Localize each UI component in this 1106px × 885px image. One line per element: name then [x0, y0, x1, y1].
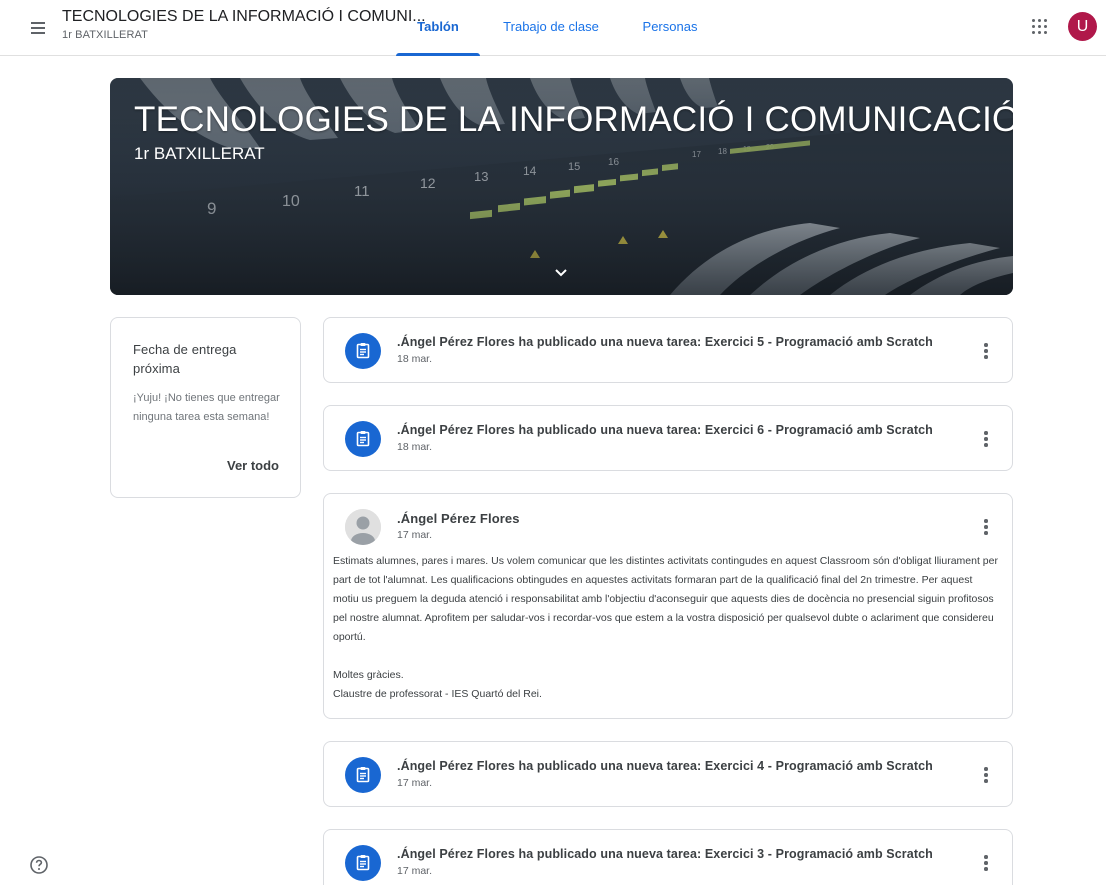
post-title[interactable]: .Ángel Pérez Flores ha publicado una nue… — [397, 423, 933, 437]
post-title[interactable]: .Ángel Pérez Flores ha publicado una nue… — [397, 759, 933, 773]
author-avatar[interactable] — [345, 509, 381, 545]
top-app-bar: TECNOLOGIES DE LA INFORMACIÓ I COMUNI...… — [0, 0, 1106, 56]
post-title[interactable]: .Ángel Pérez Flores ha publicado una nue… — [397, 335, 933, 349]
class-banner: 9 10 11 12 13 14 15 16 17 18 19 20 — [110, 78, 1013, 295]
banner-subtitle: 1r BATXILLERAT — [134, 144, 265, 163]
more-options-icon[interactable] — [982, 853, 990, 873]
tab-personas[interactable]: Personas — [630, 0, 710, 56]
upcoming-title: Fecha de entrega próxima — [133, 342, 237, 376]
post-date: 17 mar. — [397, 865, 433, 877]
more-options-icon[interactable] — [982, 429, 990, 449]
assignment-post[interactable]: .Ángel Pérez Flores ha publicado una nue… — [323, 741, 1013, 807]
assignment-post[interactable]: .Ángel Pérez Flores ha publicado una nue… — [323, 829, 1013, 885]
announcement-body: Estimats alumnes, pares i mares. Us vole… — [333, 555, 998, 700]
post-date: 18 mar. — [397, 441, 433, 453]
apps-grid-icon[interactable] — [1029, 16, 1051, 38]
tab-trabajo-de-clase[interactable]: Trabajo de clase — [496, 0, 606, 56]
post-date: 17 mar. — [397, 777, 433, 789]
upcoming-empty-text: ¡Yuju! ¡No tienes que entregar ninguna t… — [133, 392, 280, 423]
more-options-icon[interactable] — [982, 517, 990, 537]
assignment-icon — [345, 333, 381, 369]
banner-title: TECNOLOGIES DE LA INFORMACIÓ I COMUNICAC… — [134, 100, 1013, 139]
post-date: 18 mar. — [397, 353, 433, 365]
more-options-icon[interactable] — [982, 765, 990, 785]
view-all-link[interactable]: Ver todo — [227, 458, 279, 473]
account-avatar[interactable]: U — [1068, 12, 1097, 41]
menu-icon[interactable] — [26, 16, 50, 40]
assignment-post[interactable]: .Ángel Pérez Flores ha publicado una nue… — [323, 405, 1013, 471]
chevron-down-icon[interactable] — [551, 266, 571, 280]
upcoming-card: Fecha de entrega próxima ¡Yuju! ¡No tien… — [110, 317, 301, 498]
tab-tablon[interactable]: Tablón — [396, 0, 480, 56]
post-date: 17 mar. — [397, 529, 433, 541]
assignment-icon — [345, 845, 381, 881]
announcement-post: .Ángel Pérez Flores 17 mar. Estimats alu… — [323, 493, 1013, 719]
help-icon[interactable] — [29, 855, 49, 875]
author-name[interactable]: .Ángel Pérez Flores — [397, 511, 520, 526]
assignment-icon — [345, 757, 381, 793]
post-title[interactable]: .Ángel Pérez Flores ha publicado una nue… — [397, 847, 933, 861]
assignment-icon — [345, 421, 381, 457]
class-title[interactable]: TECNOLOGIES DE LA INFORMACIÓ I COMUNI... — [62, 8, 426, 26]
more-options-icon[interactable] — [982, 341, 990, 361]
class-subtitle: 1r BATXILLERAT — [62, 29, 148, 41]
assignment-post[interactable]: .Ángel Pérez Flores ha publicado una nue… — [323, 317, 1013, 383]
